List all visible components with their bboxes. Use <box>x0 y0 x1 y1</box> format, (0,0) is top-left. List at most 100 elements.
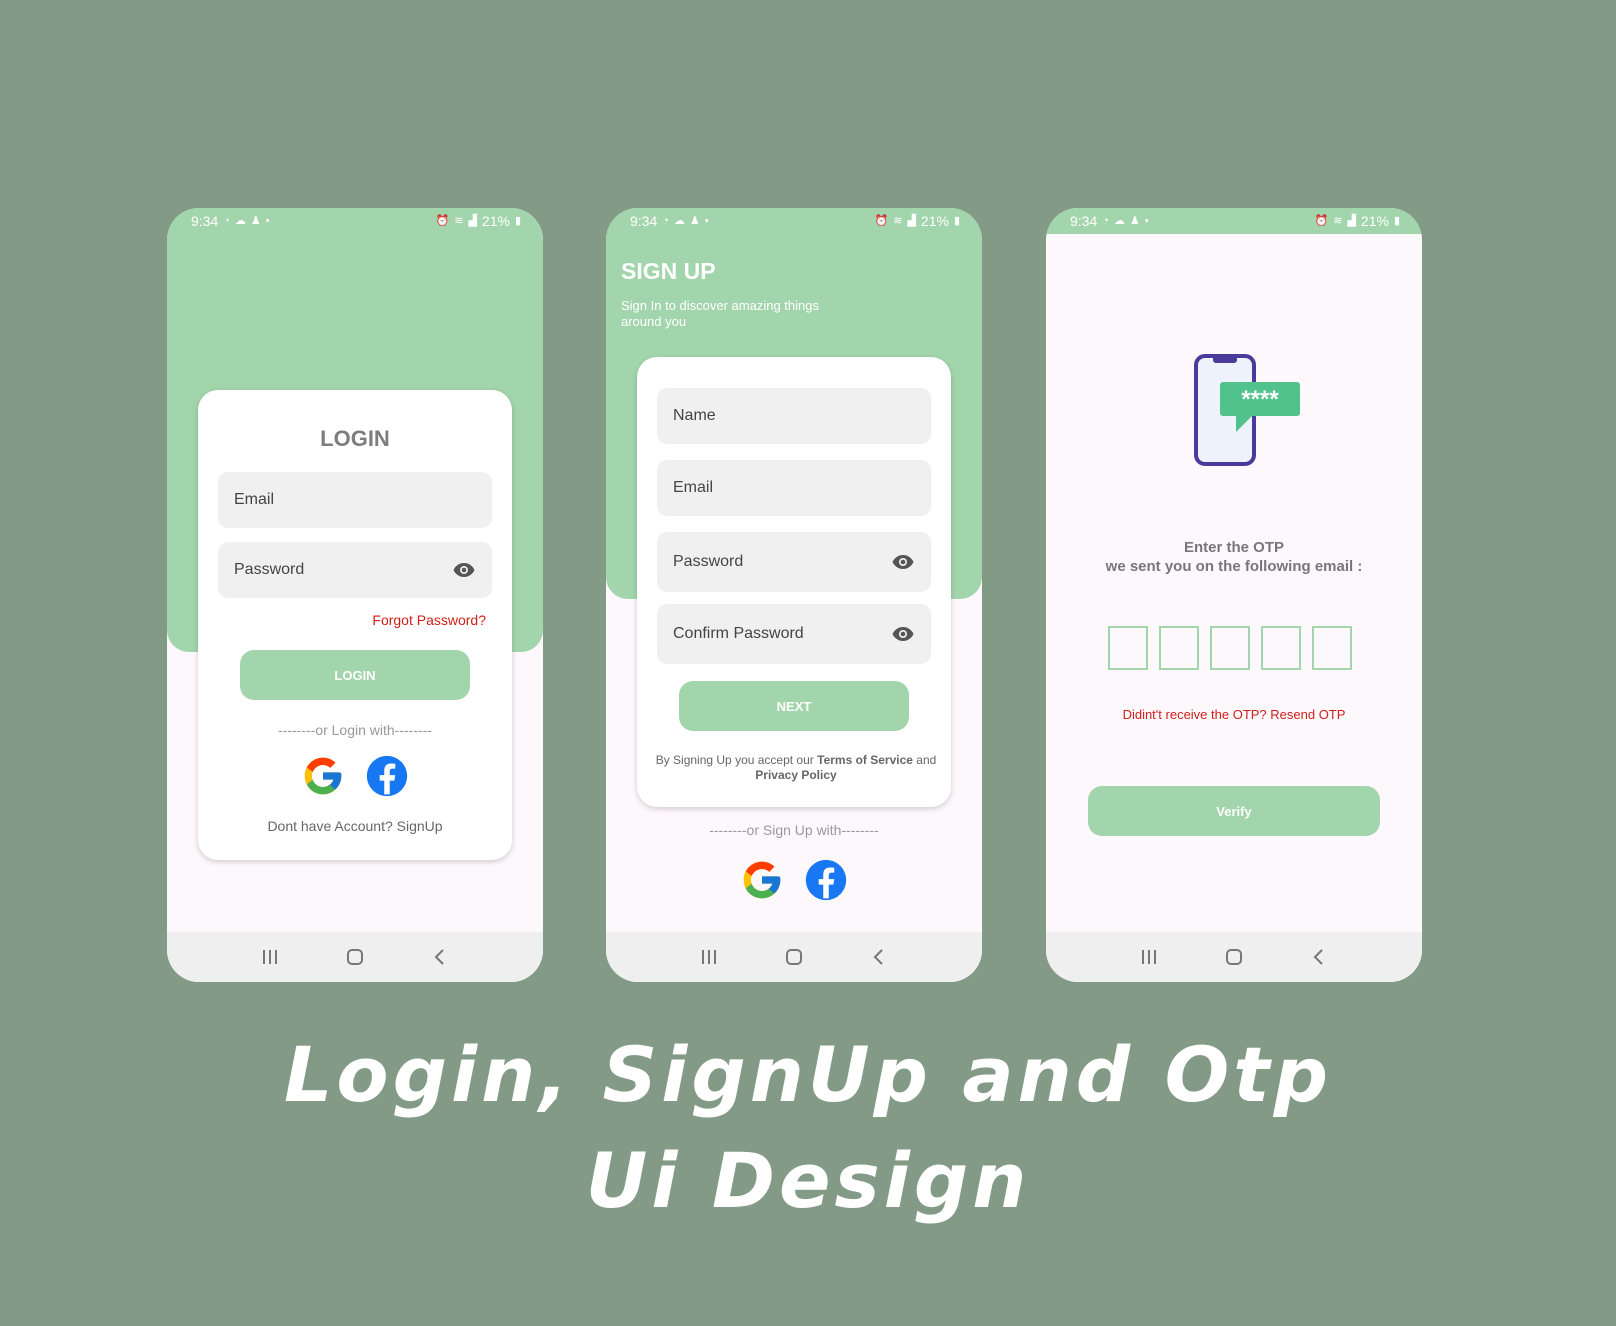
signup-prompt[interactable]: Dont have Account? SignUp <box>198 818 512 834</box>
signup-subtitle: Sign In to discover amazing things aroun… <box>621 298 819 329</box>
cloud-icon: ☁ <box>234 214 246 227</box>
eye-icon[interactable] <box>891 622 915 646</box>
password-field[interactable]: Password <box>218 542 492 598</box>
login-button[interactable]: LOGIN <box>240 650 470 700</box>
signal-icon: ▟ <box>907 214 916 227</box>
battery-icon: ▮ <box>1393 214 1400 227</box>
email-field[interactable]: Email <box>218 472 492 528</box>
signal-icon: ▟ <box>1347 214 1356 227</box>
password-placeholder: Password <box>673 553 744 570</box>
battery-level: 21% <box>481 213 510 229</box>
resend-otp-link[interactable]: Didint't receive the OTP? Resend OTP <box>1046 707 1422 722</box>
signup-card: Name Email Password Confirm Password NEX… <box>637 357 951 807</box>
facebook-icon[interactable] <box>365 754 409 798</box>
battery-icon: ▮ <box>514 214 521 227</box>
back-icon[interactable] <box>1307 945 1331 969</box>
facebook-icon[interactable] <box>804 858 848 902</box>
headline-line1: Login, SignUp and Otp <box>284 1030 1332 1119</box>
otp-digit-box[interactable] <box>1261 626 1301 670</box>
otp-code-mask: **** <box>1241 386 1279 413</box>
recents-icon[interactable] <box>258 945 282 969</box>
snapchat-icon: ♟ <box>250 214 261 227</box>
alarm-icon: ⏰ <box>1314 214 1329 227</box>
password-field[interactable]: Password <box>657 532 931 592</box>
headline-line2: Ui Design <box>585 1136 1031 1225</box>
terms-text: By Signing Up you accept our Terms of Se… <box>651 753 941 783</box>
password-placeholder: Password <box>234 561 305 578</box>
dot-icon: • <box>265 214 270 227</box>
login-card: LOGIN Email Password Forgot Password? LO… <box>198 390 512 860</box>
home-icon[interactable] <box>1222 945 1246 969</box>
wifi-icon: ≋ <box>454 214 464 227</box>
recents-icon[interactable] <box>697 945 721 969</box>
verify-button[interactable]: Verify <box>1088 786 1380 836</box>
google-icon[interactable] <box>740 858 784 902</box>
whatsapp-icon: ◔ <box>1102 214 1109 227</box>
email-placeholder: Email <box>673 479 714 496</box>
wifi-icon: ≋ <box>1333 214 1343 227</box>
name-field[interactable]: Name <box>657 388 931 444</box>
recents-icon[interactable] <box>1137 945 1161 969</box>
signup-title: SIGN UP <box>621 258 716 284</box>
confirm-password-placeholder: Confirm Password <box>673 625 804 642</box>
name-placeholder: Name <box>673 407 716 424</box>
phone-message-illustration: **** <box>1194 354 1300 466</box>
email-placeholder: Email <box>234 491 275 508</box>
otp-instruction: Enter the OTP we sent you on the followi… <box>1046 538 1422 576</box>
battery-level: 21% <box>920 213 949 229</box>
google-icon[interactable] <box>301 754 345 798</box>
otp-screen: 9:34 ◔ ☁ ♟ • ⏰ ≋ ▟ 21% ▮ **** Enter the … <box>1046 208 1422 982</box>
battery-icon: ▮ <box>953 214 960 227</box>
whatsapp-icon: ◔ <box>662 214 669 227</box>
otp-digit-box[interactable] <box>1210 626 1250 670</box>
social-login <box>301 754 409 798</box>
back-icon[interactable] <box>428 945 452 969</box>
social-signup <box>740 858 848 902</box>
alarm-icon: ⏰ <box>874 214 889 227</box>
signup-screen: 9:34 ◔ ☁ ♟ • ⏰ ≋ ▟ 21% ▮ SIGN UP Sign In… <box>606 208 982 982</box>
snapchat-icon: ♟ <box>1129 214 1140 227</box>
alarm-icon: ⏰ <box>435 214 450 227</box>
back-icon[interactable] <box>867 945 891 969</box>
forgot-password-link[interactable]: Forgot Password? <box>372 612 486 628</box>
otp-instruction-line1: Enter the OTP <box>1183 539 1284 556</box>
cloud-icon: ☁ <box>1113 214 1125 227</box>
terms-of-service-link[interactable]: Terms of Service <box>817 753 913 767</box>
signup-divider: --------or Sign Up with-------- <box>709 822 879 838</box>
terms-prefix: By Signing Up you accept our <box>655 753 818 767</box>
confirm-password-field[interactable]: Confirm Password <box>657 604 931 664</box>
snapchat-icon: ♟ <box>689 214 700 227</box>
status-bar: 9:34 ◔ ☁ ♟ • ⏰ ≋ ▟ 21% ▮ <box>606 208 982 234</box>
otp-digit-box[interactable] <box>1312 626 1352 670</box>
otp-instruction-line2: we sent you on the following email : <box>1105 558 1363 575</box>
home-icon[interactable] <box>343 945 367 969</box>
battery-level: 21% <box>1360 213 1389 229</box>
navigation-bar <box>167 932 543 982</box>
eye-icon[interactable] <box>452 558 476 582</box>
login-screen: 9:34 ◔ ☁ ♟ • ⏰ ≋ ▟ 21% ▮ LOGIN Email Pas… <box>167 208 543 982</box>
otp-input-group <box>1108 626 1352 670</box>
terms-and: and <box>912 753 937 767</box>
navigation-bar <box>1046 932 1422 982</box>
signal-icon: ▟ <box>468 214 477 227</box>
dot-icon: • <box>1144 214 1149 227</box>
next-button[interactable]: NEXT <box>679 681 909 731</box>
login-title: LOGIN <box>320 426 390 451</box>
status-time: 9:34 <box>191 213 219 229</box>
wifi-icon: ≋ <box>893 214 903 227</box>
home-icon[interactable] <box>782 945 806 969</box>
status-bar: 9:34 ◔ ☁ ♟ • ⏰ ≋ ▟ 21% ▮ <box>167 208 543 234</box>
whatsapp-icon: ◔ <box>223 214 230 227</box>
otp-digit-box[interactable] <box>1108 626 1148 670</box>
login-divider: --------or Login with-------- <box>278 722 432 738</box>
status-time: 9:34 <box>630 213 658 229</box>
status-time: 9:34 <box>1070 213 1098 229</box>
eye-icon[interactable] <box>891 550 915 574</box>
otp-digit-box[interactable] <box>1159 626 1199 670</box>
cloud-icon: ☁ <box>673 214 685 227</box>
dot-icon: • <box>704 214 709 227</box>
email-field[interactable]: Email <box>657 460 931 516</box>
status-bar: 9:34 ◔ ☁ ♟ • ⏰ ≋ ▟ 21% ▮ <box>1046 208 1422 234</box>
privacy-policy-link[interactable]: Privacy Policy <box>755 768 836 782</box>
navigation-bar <box>606 932 982 982</box>
